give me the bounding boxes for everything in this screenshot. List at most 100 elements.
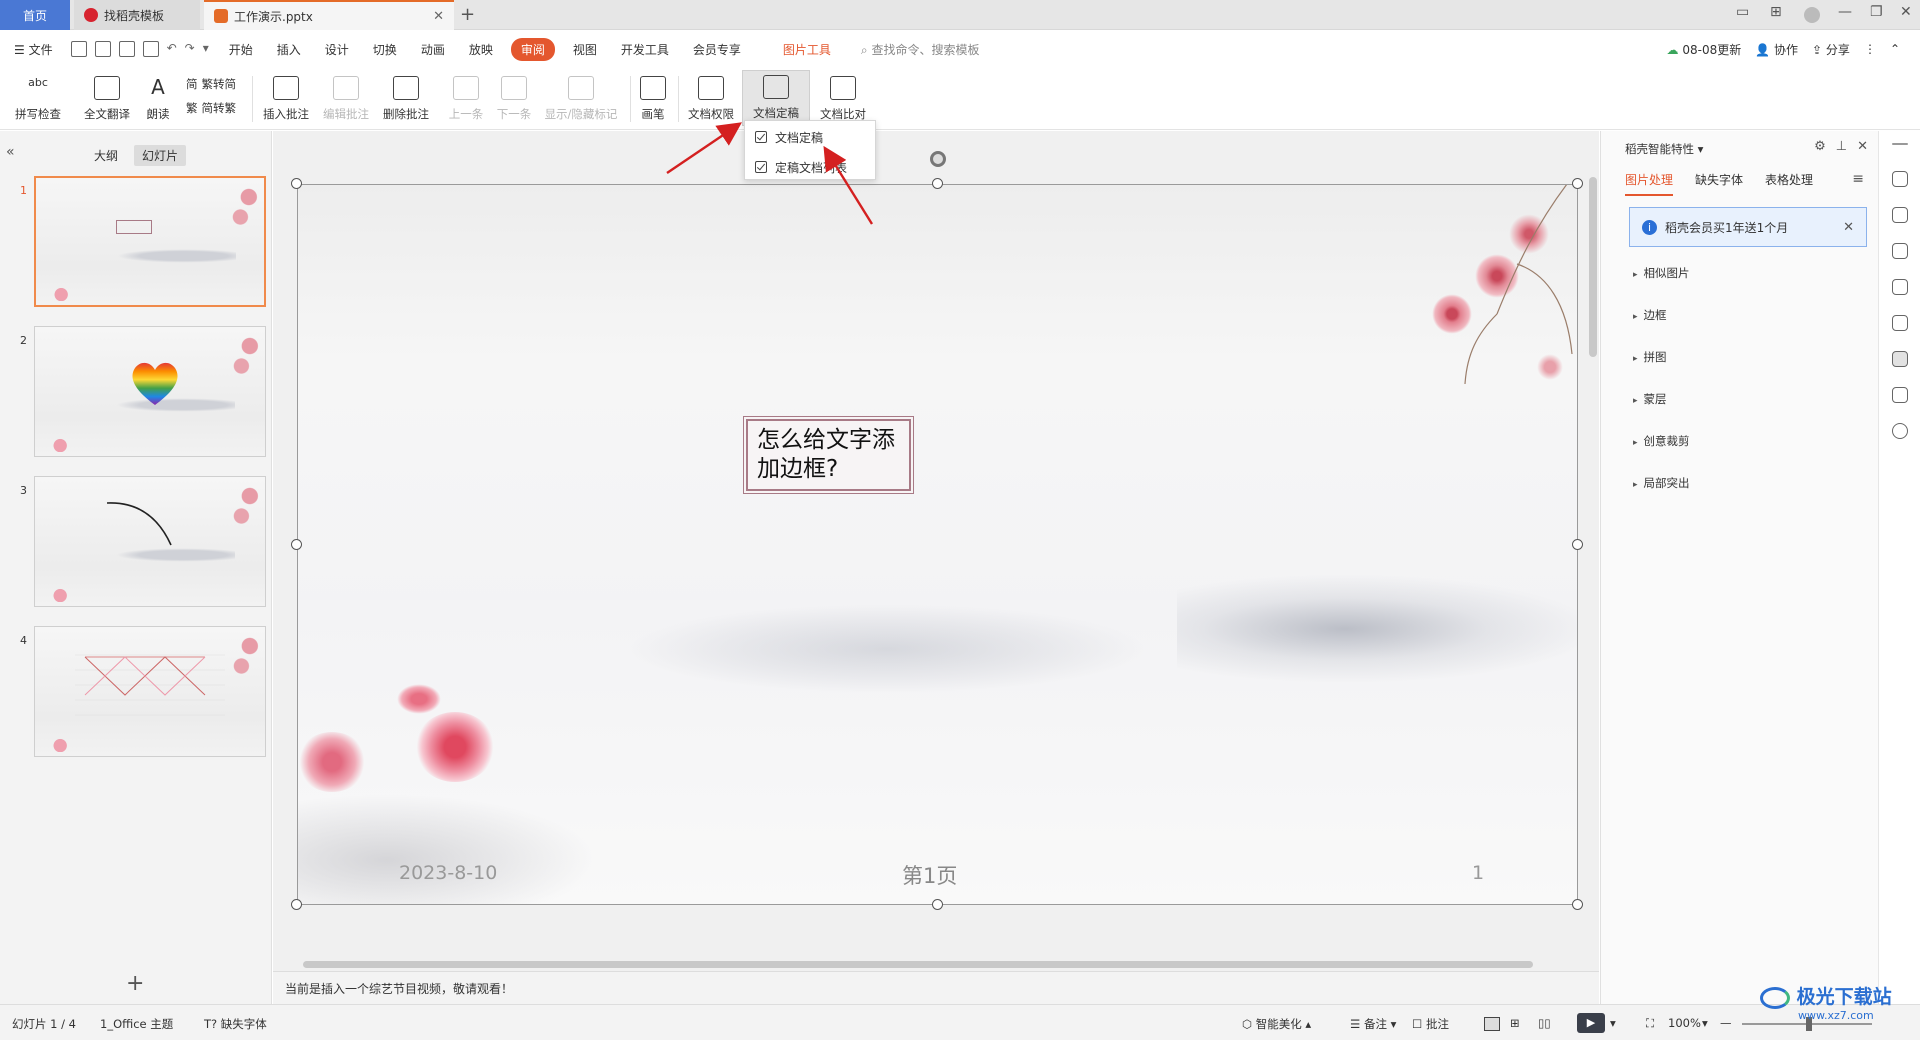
collab-button[interactable]: 👤 协作 — [1755, 41, 1798, 58]
edit-comment-button[interactable]: 编辑批注 — [318, 70, 374, 126]
menu-transition[interactable]: 切换 — [373, 41, 397, 58]
next-comment-button[interactable]: 下一条 — [492, 70, 536, 126]
print-preview-icon[interactable] — [142, 41, 159, 57]
resize-handle-sw[interactable] — [291, 899, 302, 910]
tab-slides[interactable]: 幻灯片 — [134, 145, 187, 166]
rail-pin-icon[interactable] — [1892, 243, 1908, 259]
dropdown-finalized-list-item[interactable]: 定稿文档列表 — [745, 153, 875, 181]
menu-member[interactable]: 会员专享 — [693, 41, 741, 58]
resize-handle-w[interactable] — [291, 539, 302, 550]
resize-handle-ne[interactable] — [1572, 178, 1583, 189]
permission-button[interactable]: 文档权限 — [684, 70, 738, 126]
menu-slideshow[interactable]: 放映 — [469, 41, 493, 58]
add-slide-icon[interactable]: + — [126, 971, 144, 996]
feature-creative-crop[interactable]: 创意裁剪 — [1633, 433, 1690, 449]
spell-check-button[interactable]: abc 拼写检查 — [10, 70, 66, 126]
menu-view[interactable]: 视图 — [573, 41, 597, 58]
menu-insert[interactable]: 插入 — [277, 41, 301, 58]
pen-button[interactable]: 画笔 — [636, 70, 670, 126]
slide-sorter-icon[interactable]: ⊞ — [1510, 1016, 1520, 1030]
close-tab-icon[interactable]: ✕ — [433, 9, 444, 24]
tab-home[interactable]: 首页 — [0, 0, 70, 30]
menu-start[interactable]: 开始 — [229, 41, 253, 58]
rail-smart-icon[interactable] — [1892, 351, 1908, 367]
collapse-ribbon-icon[interactable]: ⌃ — [1890, 42, 1900, 56]
play-options-icon[interactable]: ▾ — [1610, 1016, 1616, 1030]
avatar[interactable] — [1804, 7, 1820, 23]
export-pdf-icon[interactable] — [94, 41, 111, 57]
tab-template[interactable]: 找稻壳模板 — [74, 0, 200, 30]
rotate-handle-icon[interactable] — [930, 151, 946, 167]
rail-help-icon[interactable] — [1892, 423, 1908, 439]
vertical-scrollbar[interactable] — [1587, 137, 1599, 957]
menu-animation[interactable]: 动画 — [421, 41, 445, 58]
scroll-thumb[interactable] — [303, 961, 1533, 968]
rail-more-icon[interactable] — [1892, 143, 1908, 145]
resize-handle-nw[interactable] — [291, 178, 302, 189]
tab-outline[interactable]: 大纲 — [86, 145, 126, 166]
rail-properties-icon[interactable] — [1892, 207, 1908, 223]
menu-review[interactable]: 审阅 — [510, 37, 555, 61]
slide-number-footer[interactable]: 1 — [1472, 862, 1484, 884]
menu-picture-tool[interactable]: 图片工具 — [783, 41, 831, 58]
membership-banner[interactable]: i 稻壳会员买1年送1个月 ✕ — [1629, 207, 1867, 247]
restore-icon[interactable]: ❐ — [1870, 4, 1883, 20]
reading-view-icon[interactable]: ▯▯ — [1538, 1016, 1551, 1030]
resize-handle-e[interactable] — [1572, 539, 1583, 550]
resize-handle-s[interactable] — [932, 899, 943, 910]
zoom-level[interactable]: 100% — [1668, 1016, 1701, 1030]
redo-icon[interactable]: ↷ — [185, 41, 195, 57]
pin-icon[interactable]: ⊥ — [1836, 139, 1847, 154]
rail-slides-icon[interactable] — [1892, 279, 1908, 295]
finalize-button[interactable]: 文档定稿 — [742, 70, 810, 126]
resize-handle-n[interactable] — [932, 178, 943, 189]
theme-name[interactable]: 1_Office 主题 — [100, 1016, 173, 1032]
resize-handle-se[interactable] — [1572, 899, 1583, 910]
slide-thumbnail-1[interactable]: 1 — [16, 176, 266, 310]
compare-button[interactable]: 文档比对 — [814, 70, 872, 126]
slide-title-textbox[interactable]: 怎么给文字添加边框? — [743, 416, 914, 494]
more-icon[interactable]: ⋮ — [1864, 42, 1876, 56]
scroll-thumb[interactable] — [1589, 177, 1597, 357]
trad-to-simp-button[interactable]: 简繁转简 — [186, 76, 236, 92]
feature-similar-images[interactable]: 相似图片 — [1633, 265, 1690, 281]
tab-table-processing[interactable]: 表格处理 — [1765, 171, 1813, 196]
panel-title[interactable]: 稻壳智能特性 ▾ — [1625, 141, 1703, 157]
rail-book-icon[interactable] — [1892, 387, 1908, 403]
settings-gear-icon[interactable]: ⚙ — [1814, 139, 1826, 154]
close-banner-icon[interactable]: ✕ — [1843, 220, 1854, 235]
tab-document[interactable]: 工作演示.pptx ✕ — [204, 0, 454, 30]
tablet-mode-icon[interactable]: ▭ — [1736, 4, 1749, 20]
menu-design[interactable]: 设计 — [325, 41, 349, 58]
tab-image-processing[interactable]: 图片处理 — [1625, 171, 1674, 196]
grid-apps-icon[interactable]: ⊞ — [1770, 4, 1782, 20]
comments-toggle[interactable]: ☐ 批注 — [1412, 1016, 1449, 1032]
dropdown-finalize-item[interactable]: 文档定稿 — [745, 123, 875, 151]
panel-menu-icon[interactable]: ≡ — [1852, 171, 1864, 187]
normal-view-icon[interactable] — [1484, 1017, 1500, 1031]
tab-missing-fonts[interactable]: 缺失字体 — [1695, 171, 1743, 196]
smart-beautify-button[interactable]: ⬡ 智能美化 ▴ — [1242, 1016, 1311, 1032]
slide-thumbnail-2[interactable]: 2 — [16, 326, 266, 460]
translate-button[interactable]: 全文翻译 — [80, 70, 134, 126]
print-icon[interactable] — [118, 41, 135, 57]
share-button[interactable]: ⇪ 分享 — [1812, 41, 1850, 58]
file-menu[interactable]: ☰ 文件 — [14, 41, 53, 58]
notes-toggle[interactable]: ☰ 备注 ▾ — [1350, 1016, 1396, 1032]
missing-font-status[interactable]: T? 缺失字体 — [204, 1016, 267, 1032]
undo-icon[interactable]: ↶ — [167, 41, 177, 57]
feature-local-highlight[interactable]: 局部突出 — [1633, 475, 1690, 491]
zoom-out-icon[interactable]: — — [1720, 1016, 1732, 1030]
save-icon[interactable] — [70, 41, 87, 57]
customize-chevron-icon[interactable]: ▾ — [203, 41, 209, 57]
notes-pane[interactable]: 当前是插入一个综艺节目视频，敬请观看！ — [273, 971, 1599, 1004]
command-search[interactable]: ⌕ 查找命令、搜索模板 — [861, 41, 980, 58]
show-hide-markup-button[interactable]: 显示/隐藏标记 — [540, 70, 622, 126]
close-panel-icon[interactable]: ✕ — [1857, 139, 1868, 154]
insert-comment-button[interactable]: 插入批注 — [258, 70, 314, 126]
slide-date[interactable]: 2023-8-10 — [399, 862, 497, 884]
new-tab-icon[interactable]: + — [460, 4, 475, 25]
slide-thumbnail-3[interactable]: 3 — [16, 476, 266, 610]
delete-comment-button[interactable]: 删除批注 — [376, 70, 436, 126]
menu-developer[interactable]: 开发工具 — [621, 41, 669, 58]
